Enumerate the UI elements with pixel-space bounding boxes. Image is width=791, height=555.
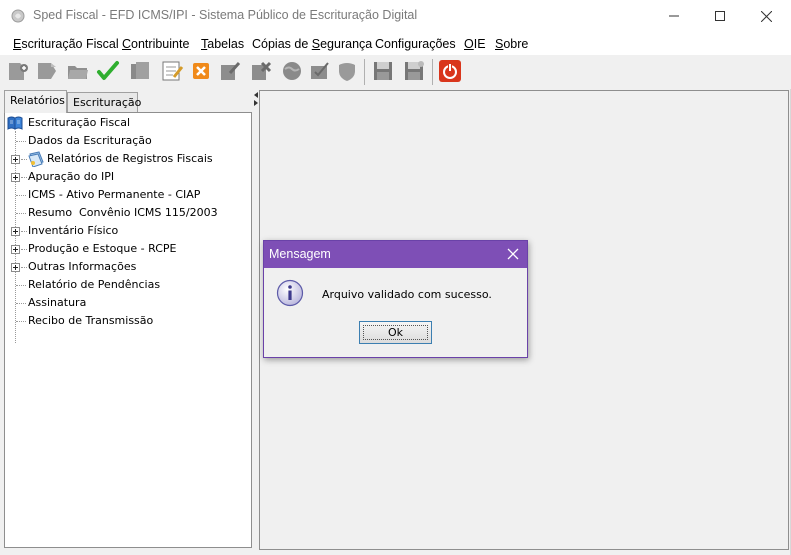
tree-connector: [16, 141, 26, 142]
expand-icon[interactable]: [11, 263, 20, 272]
save-icon[interactable]: [371, 59, 395, 83]
tree-item-icms-ciap[interactable]: ICMS - Ativo Permanente - CIAP: [28, 187, 200, 203]
copy-icon[interactable]: [128, 59, 152, 83]
maximize-icon: [715, 11, 725, 21]
navigation-panel: Relatórios Escrituração Escrituração Fis…: [4, 90, 254, 550]
tab-relatorios[interactable]: Relatórios: [4, 90, 67, 113]
tree-item-assinatura[interactable]: Assinatura: [28, 295, 86, 311]
tree-item-dados-escrituracao[interactable]: Dados da Escrituração: [28, 133, 152, 149]
menu-label: IE: [473, 37, 486, 51]
app-icon: [11, 9, 25, 23]
maximize-button[interactable]: [697, 0, 743, 32]
transmit-icon[interactable]: [249, 59, 273, 83]
tree-connector: [21, 177, 27, 178]
menu-label-pre: Confi: [375, 37, 405, 51]
ok-button[interactable]: Ok: [359, 321, 432, 344]
tree-item-relatorio-pendencias[interactable]: Relatório de Pendências: [28, 277, 160, 293]
expand-icon[interactable]: [11, 227, 20, 236]
menu-mnemonic: O: [464, 37, 474, 51]
tree-connector: [16, 213, 26, 214]
report-book-icon: [28, 151, 44, 167]
dialog-title: Mensagem: [269, 247, 331, 261]
close-icon: [760, 10, 772, 22]
tree-item-outras-informacoes[interactable]: Outras Informações: [28, 259, 136, 275]
validate-check-icon[interactable]: [96, 59, 120, 83]
menu-configuracoes[interactable]: Configurações: [375, 37, 456, 51]
dialog-close-icon[interactable]: [505, 246, 521, 262]
tree-connector: [16, 303, 26, 304]
menu-escrituracao-fiscal[interactable]: Escrituração Fiscal: [13, 37, 119, 51]
tree-root[interactable]: Escrituração Fiscal: [28, 115, 130, 131]
edit-note-icon[interactable]: [160, 59, 184, 83]
menu-label: abelas: [207, 37, 245, 51]
tab-escrituracao[interactable]: Escrituração: [67, 92, 141, 112]
expand-icon[interactable]: [11, 245, 20, 254]
menu-sobre[interactable]: Sobre: [495, 37, 528, 51]
menu-label: scrituração Fiscal: [21, 37, 119, 51]
tree-connector: [16, 285, 26, 286]
menu-label: ontribuinte: [131, 37, 190, 51]
tree-item-recibo-transmissao[interactable]: Recibo de Transmissão: [28, 313, 153, 329]
tree-connector: [21, 249, 27, 250]
info-icon: [276, 279, 304, 307]
save-as-icon[interactable]: [402, 59, 426, 83]
tree-item-inventario-fisico[interactable]: Inventário Físico: [28, 223, 118, 239]
open-folder-icon[interactable]: [66, 59, 90, 83]
expand-icon[interactable]: [11, 155, 20, 164]
open-book-icon: [7, 116, 23, 130]
focus-ring: [363, 325, 428, 340]
sign-icon[interactable]: [218, 59, 242, 83]
shield-icon[interactable]: [335, 59, 359, 83]
menu-contribuinte[interactable]: Contribuinte: [122, 37, 189, 51]
close-button[interactable]: [743, 0, 789, 32]
menu-oie[interactable]: OIE: [464, 37, 486, 51]
close-x-icon[interactable]: [189, 59, 213, 83]
collapse-left-icon[interactable]: [254, 92, 258, 98]
tree-item-producao-estoque[interactable]: Produção e Estoque - RCPE: [28, 241, 176, 257]
tree-item-apuracao-ipi[interactable]: Apuração do IPI: [28, 169, 114, 185]
expand-icon[interactable]: [11, 173, 20, 182]
menu-bar: Escrituração Fiscal Contribuinte Tabelas…: [0, 33, 791, 55]
toolbar: [0, 55, 791, 89]
menu-label: egurança: [320, 37, 373, 51]
tree-item-relatorios-registros-fiscais[interactable]: Relatórios de Registros Fiscais: [47, 151, 213, 167]
dialog-message: Arquivo validado com sucesso.: [322, 288, 492, 301]
toolbar-separator: [432, 59, 433, 85]
import-icon[interactable]: [35, 59, 59, 83]
title-bar: Sped Fiscal - EFD ICMS/IPI - Sistema Púb…: [0, 0, 791, 33]
receipt-icon[interactable]: [308, 59, 332, 83]
exit-icon[interactable]: [438, 59, 462, 83]
menu-mnemonic: C: [122, 37, 132, 51]
window-title: Sped Fiscal - EFD ICMS/IPI - Sistema Púb…: [33, 8, 418, 22]
toolbar-separator: [364, 59, 365, 85]
menu-copias-de-seguranca[interactable]: Cópias de Segurança: [252, 37, 372, 51]
report-tree: Escrituração Fiscal Dados da Escrituraçã…: [4, 112, 252, 548]
dialog-title-bar[interactable]: Mensagem: [264, 241, 527, 268]
tree-item-resumo-convenio[interactable]: Resumo Convênio ICMS 115/2003: [28, 205, 218, 221]
app-window: Sped Fiscal - EFD ICMS/IPI - Sistema Púb…: [0, 0, 791, 555]
message-dialog: Mensagem Arquivo validado com sucesso. O…: [263, 240, 528, 358]
tree-connector: [21, 267, 27, 268]
tree-connector: [16, 195, 26, 196]
menu-mnemonic: S: [311, 37, 321, 51]
globe-icon[interactable]: [280, 59, 304, 83]
minimize-icon: [669, 15, 679, 17]
new-file-icon[interactable]: [6, 59, 30, 83]
menu-label: urações: [411, 37, 456, 51]
menu-label: obre: [503, 37, 529, 51]
menu-tabelas[interactable]: Tabelas: [201, 37, 244, 51]
collapse-right-icon[interactable]: [254, 100, 258, 106]
tree-connector: [16, 321, 26, 322]
minimize-button[interactable]: [651, 0, 697, 32]
tree-connector: [21, 231, 27, 232]
menu-label-pre: Cópias de: [252, 37, 312, 51]
